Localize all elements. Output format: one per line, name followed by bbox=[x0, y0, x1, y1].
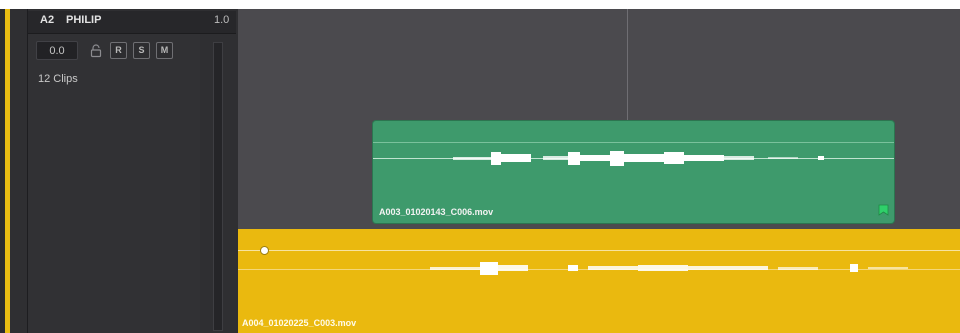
audio-clip-upper[interactable]: A003_01020143_C006.mov bbox=[373, 121, 894, 223]
track-header-title-bar bbox=[28, 11, 236, 34]
timeline-app: A2 PHILIP 1.0 0.0 R S M 12 Clips A003_01… bbox=[0, 0, 960, 333]
lock-icon[interactable] bbox=[89, 44, 103, 58]
clips-count-label: 12 Clips bbox=[38, 73, 78, 85]
clip-name-label: A004_01020225_C003.mov bbox=[242, 318, 357, 328]
track-volume-field[interactable]: 0.0 bbox=[36, 41, 78, 60]
audio-level-meter bbox=[213, 42, 223, 331]
audio-clip-lower[interactable]: A004_01020225_C003.mov bbox=[238, 229, 960, 333]
track-name-label[interactable]: PHILIP bbox=[66, 14, 101, 26]
mute-button[interactable]: M bbox=[156, 42, 173, 59]
track-id-label: A2 bbox=[40, 14, 55, 26]
track-level-value: 1.0 bbox=[214, 14, 230, 26]
flag-icon[interactable] bbox=[878, 203, 889, 216]
playhead-line[interactable] bbox=[627, 9, 628, 121]
solo-button[interactable]: S bbox=[133, 42, 150, 59]
record-arm-button[interactable]: R bbox=[110, 42, 127, 59]
clip-name-label: A003_01020143_C006.mov bbox=[379, 207, 494, 217]
